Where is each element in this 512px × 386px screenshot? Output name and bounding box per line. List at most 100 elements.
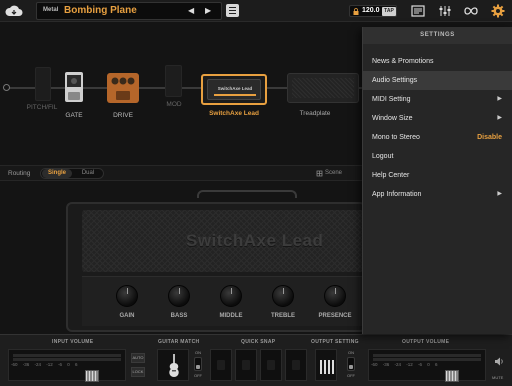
menu-item-news-promotions[interactable]: News & Promotions: [363, 52, 512, 71]
quick-snap-slot-4[interactable]: [285, 349, 307, 381]
output-setting-switch[interactable]: [347, 357, 355, 371]
previous-preset-button[interactable]: ◀: [188, 6, 194, 15]
presence-knob[interactable]: [324, 285, 346, 307]
amp-head: SwitchAxe Lead GAIN BASS MIDDLE TREBLE P…: [66, 202, 372, 332]
mono-to-stereo-value[interactable]: Disable: [477, 128, 502, 147]
menu-item-mono-to-stereo[interactable]: Mono to Stereo Disable: [363, 128, 512, 147]
menu-item-label: Logout: [372, 153, 394, 160]
routing-bar: Routing Single Dual Scene: [0, 165, 362, 181]
amp-block-badge: SwitchAxe Lead: [217, 86, 253, 91]
preset-selector[interactable]: Metal Bombing Plane ◀ ▶: [36, 2, 222, 20]
gear-icon[interactable]: [491, 4, 505, 18]
menu-item-label: Mono to Stereo: [372, 134, 420, 141]
speaker-icon[interactable]: [494, 357, 504, 366]
menu-item-app-information[interactable]: App Information ▶: [363, 185, 512, 204]
block-mod[interactable]: [165, 65, 182, 97]
bass-knob[interactable]: [168, 285, 190, 307]
routing-single-option[interactable]: Single: [42, 169, 72, 178]
routing-label: Routing: [8, 170, 31, 177]
cloud-icon[interactable]: [5, 4, 23, 18]
knob-label: GAIN: [119, 313, 135, 319]
amp-handle: [197, 190, 297, 198]
menu-item-label: Window Size: [372, 115, 413, 122]
guitar-match-button[interactable]: [157, 349, 189, 381]
middle-knob[interactable]: [220, 285, 242, 307]
auto-button[interactable]: AUTO: [131, 353, 145, 363]
off-label: OFF: [194, 373, 202, 378]
treble-knob[interactable]: [272, 285, 294, 307]
output-meter-icon: [320, 360, 334, 374]
gain-knob[interactable]: [116, 285, 138, 307]
tuner-icon[interactable]: [411, 4, 425, 18]
bottom-control-panel: INPUT VOLUME -60 -36 -24 -12 -6 0 6 AUTO…: [0, 334, 512, 386]
quick-snap-slot-2[interactable]: [235, 349, 257, 381]
output-volume-title: OUTPUT VOLUME: [402, 339, 450, 345]
tap-tempo-button[interactable]: TAP: [382, 7, 396, 16]
knob-label: PRESENCE: [318, 313, 352, 319]
settings-menu: SETTINGS News & Promotions Audio Setting…: [362, 27, 512, 334]
block-label: MOD: [166, 101, 182, 108]
loop-icon[interactable]: [464, 4, 478, 18]
amp-name: SwitchAxe Lead: [186, 231, 324, 250]
guitar-match-title: GUITAR MATCH: [158, 339, 200, 345]
preset-category: Metal: [43, 7, 59, 13]
routing-dual-option[interactable]: Dual: [74, 169, 102, 178]
knob-label: TREBLE: [271, 313, 295, 319]
output-volume-meter: -60 -36 -24 -12 -6 0 6: [368, 349, 486, 382]
tempo-value: 120.0: [362, 7, 380, 14]
mixer-icon[interactable]: [438, 4, 452, 18]
block-cab-treadplate[interactable]: [287, 73, 359, 103]
menu-item-window-size[interactable]: Window Size ▶: [363, 109, 512, 128]
input-volume-meter: -60 -36 -24 -12 -6 0 6: [8, 349, 126, 382]
tempo-control[interactable]: 120.0 TAP: [349, 5, 397, 17]
block-label: SwitchAxe Lead: [209, 110, 259, 117]
menu-item-label: News & Promotions: [372, 58, 434, 65]
menu-item-midi-setting[interactable]: MIDI Setting ▶: [363, 90, 512, 109]
submenu-arrow-icon: ▶: [497, 191, 502, 197]
top-bar: Metal Bombing Plane ◀ ▶ 120.0 TAP: [0, 0, 512, 22]
menu-item-label: Help Center: [372, 172, 410, 179]
block-label: Treadplate: [299, 110, 331, 117]
menu-item-label: Audio Settings: [372, 77, 418, 84]
next-preset-button[interactable]: ▶: [205, 6, 211, 15]
lock-button[interactable]: LOCK: [131, 367, 145, 377]
settings-title: SETTINGS: [363, 27, 512, 44]
block-amp-selected[interactable]: SwitchAxe Lead: [201, 74, 267, 105]
menu-item-help-center[interactable]: Help Center: [363, 166, 512, 185]
amp-grille: SwitchAxe Lead: [82, 210, 372, 272]
scene-button[interactable]: Scene: [325, 170, 342, 176]
submenu-arrow-icon: ▶: [497, 96, 502, 102]
quick-snap-slot-3[interactable]: [260, 349, 282, 381]
output-volume-fader[interactable]: [445, 370, 459, 382]
preset-list-button[interactable]: [226, 4, 239, 17]
meter-scale: -60 -36 -24 -12 -6 0 6: [11, 362, 78, 367]
amp-control-panel: GAIN BASS MIDDLE TREBLE PRESENCE: [82, 276, 372, 326]
guitar-match-switch[interactable]: [194, 357, 202, 371]
quick-snap-title: QUICK SNAP: [241, 339, 276, 345]
menu-item-label: MIDI Setting: [372, 96, 411, 103]
input-volume-title: INPUT VOLUME: [52, 339, 94, 345]
quick-snap-slot-1[interactable]: [210, 349, 232, 381]
meter-scale: -60 -36 -24 -12 -6 0 6: [371, 362, 438, 367]
block-label: DRIVE: [113, 112, 133, 119]
output-setting-title: OUTPUT SETTING: [311, 339, 359, 345]
scene-icon[interactable]: [316, 170, 323, 177]
mute-button[interactable]: MUTE: [492, 375, 503, 380]
knob-label: MIDDLE: [219, 313, 243, 319]
lock-icon[interactable]: [353, 8, 359, 15]
chain-input-node: [3, 84, 10, 91]
block-drive[interactable]: [106, 72, 140, 104]
output-setting-button[interactable]: [315, 349, 337, 381]
routing-toggle[interactable]: Single Dual: [40, 168, 104, 179]
on-label: ON: [195, 350, 201, 355]
input-volume-fader[interactable]: [85, 370, 99, 382]
knob-label: BASS: [170, 313, 188, 319]
block-label: GATE: [65, 112, 83, 119]
block-gate[interactable]: [64, 71, 84, 103]
block-pitch-filter[interactable]: [35, 67, 51, 101]
menu-item-audio-settings[interactable]: Audio Settings: [363, 71, 512, 90]
menu-item-logout[interactable]: Logout: [363, 147, 512, 166]
submenu-arrow-icon: ▶: [497, 115, 502, 121]
block-label: PITCH/FIL: [26, 104, 58, 111]
menu-item-label: App Information: [372, 191, 422, 198]
